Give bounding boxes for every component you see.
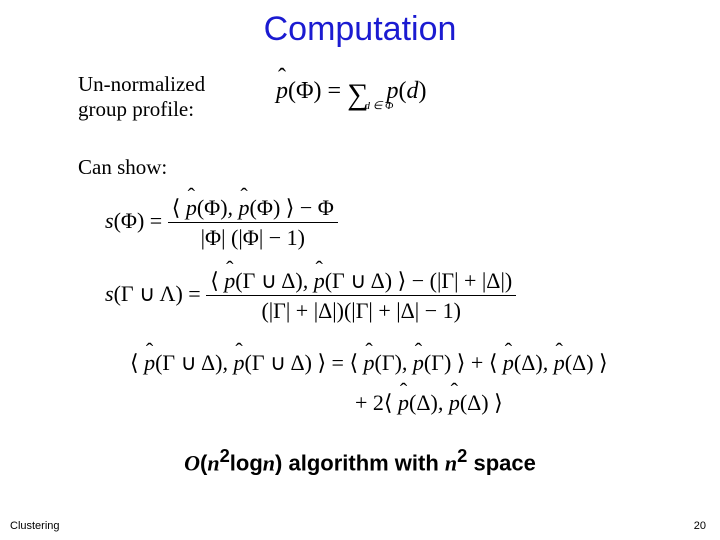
label-canshow: Can show:: [78, 155, 167, 180]
n1: n: [207, 450, 219, 475]
complexity-line: O(n2logn) algorithm with n2 space: [0, 445, 720, 476]
slide-title: Computation: [0, 10, 720, 49]
big-o: O: [184, 450, 200, 475]
label-unnormalized-l2: group profile:: [78, 97, 194, 121]
footer-left: Clustering: [10, 520, 60, 532]
sum-subscript: d ∈ Φ: [364, 101, 393, 112]
label-unnormalized: Un-normalized group profile:: [78, 72, 205, 122]
mid-text: algorithm with: [282, 450, 445, 475]
page-number: 20: [694, 520, 706, 532]
slide: Computation Un-normalized group profile:…: [0, 0, 720, 540]
n3: n: [445, 450, 457, 475]
space-suffix: space: [467, 450, 536, 475]
eq-s-phi: s(Φ) = ⟨ p(Φ), p(Φ) ⟩ − Φ |Φ| (|Φ| − 1): [105, 195, 338, 251]
eq-s-gamma-lambda: s(Γ ∪ Λ) = ⟨ p(Γ ∪ Δ), p(Γ ∪ Δ) ⟩ − (|Γ|…: [105, 268, 516, 324]
sq2: 2: [457, 445, 467, 466]
eq-expand-line2: + 2⟨ p(Δ), p(Δ) ⟩: [355, 390, 503, 416]
sq1: 2: [220, 445, 230, 466]
eq-profile: p(Φ) = ∑d ∈ Φ p(d): [276, 78, 426, 110]
label-unnormalized-l1: Un-normalized: [78, 72, 205, 96]
log: log: [230, 450, 263, 475]
n2: n: [263, 450, 275, 475]
eq-expand-line1: ⟨ p(Γ ∪ Δ), p(Γ ∪ Δ) ⟩ = ⟨ p(Γ), p(Γ) ⟩ …: [130, 350, 608, 376]
